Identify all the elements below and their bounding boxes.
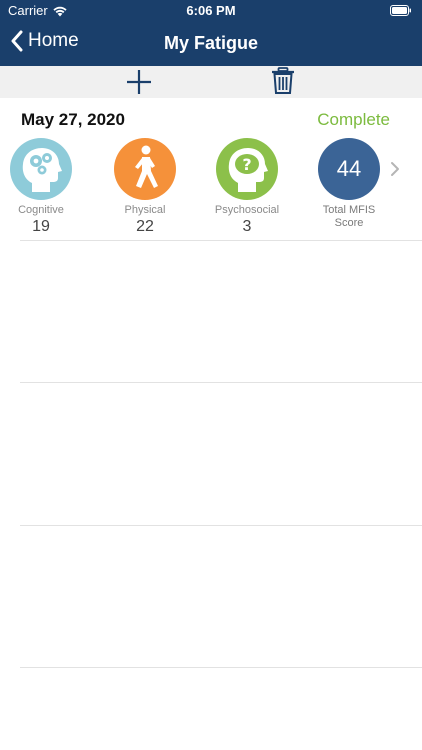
total-score-value: 44 [336,156,362,181]
metric-value-cognitive: 19 [32,218,50,235]
navigation-bar: Home My Fatigue [0,22,422,66]
metric-label-psychosocial: Psychosocial [214,204,280,216]
status-time: 6:06 PM [186,3,236,18]
total-score-circle: 44 [318,138,380,200]
head-question-icon: ? [228,148,268,192]
metric-total-mfis[interactable]: 44 Total MFIS Score [308,138,390,230]
svg-text:?: ? [242,155,251,174]
status-bar: Carrier 6:06 PM [0,0,422,22]
cognitive-circle [10,138,72,200]
row-divider [20,525,422,526]
psychosocial-circle: ? [216,138,278,200]
total-score-label-line1: Total MFIS [322,204,376,216]
chevron-right-icon[interactable] [390,161,400,177]
entry-date: May 27, 2020 [21,110,125,129]
my-fatigue-screen: Carrier 6:06 PM Home My Fatigue May 27, … [0,0,422,750]
row-divider [20,240,422,241]
row-divider [20,382,422,383]
add-icon[interactable] [126,69,152,95]
header: Carrier 6:06 PM Home My Fatigue [0,0,422,66]
page-title: My Fatigue [163,33,258,53]
metric-value-physical: 22 [136,218,154,235]
walking-person-icon [135,145,158,188]
metric-label-physical: Physical [124,204,166,216]
row-divider [20,667,422,668]
metric-psychosocial[interactable]: ? Psychosocial 3 [206,138,288,236]
total-score-label-line2: Score [334,217,364,229]
toolbar [0,66,422,98]
metric-cognitive[interactable]: Cognitive 19 [0,138,82,236]
metric-physical[interactable]: Physical 22 [104,138,186,236]
battery-icon [390,5,411,16]
metric-label-cognitive: Cognitive [18,204,64,216]
entry-status: Complete [317,110,390,129]
physical-circle [114,138,176,200]
head-gears-icon [22,148,62,192]
metric-value-psychosocial: 3 [242,218,252,235]
trash-icon[interactable] [271,67,295,95]
